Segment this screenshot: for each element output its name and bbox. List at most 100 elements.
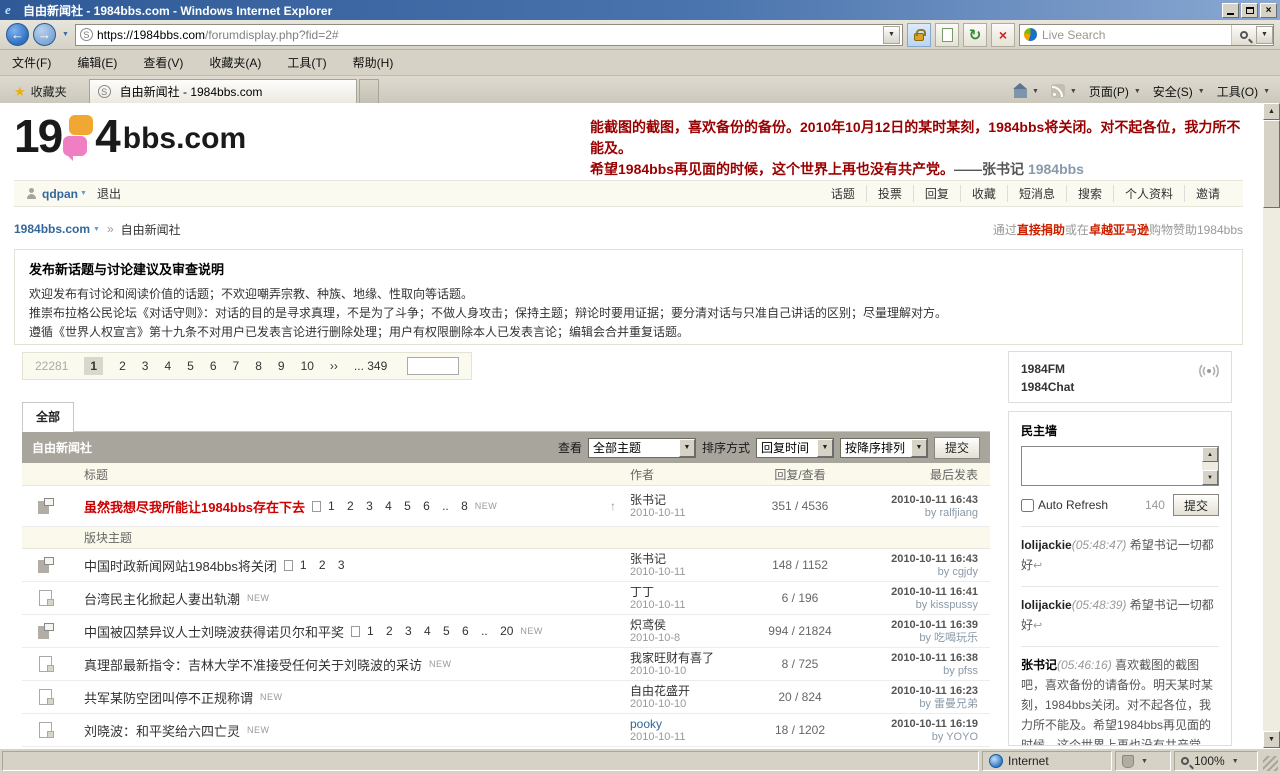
page-link[interactable]: 3 bbox=[142, 359, 149, 373]
search-box[interactable]: ▼ bbox=[1019, 24, 1274, 46]
site-logo[interactable]: 19 4 bbs.com bbox=[14, 113, 246, 159]
address-field[interactable]: S https://1984bbs.com/forumdisplay.php?f… bbox=[75, 24, 903, 46]
breadcrumb-site-link[interactable]: 1984bbs.com bbox=[14, 222, 90, 236]
chat-username-link[interactable]: lolijackie bbox=[1021, 598, 1072, 612]
search-input[interactable] bbox=[1042, 28, 1231, 42]
chat-username-link[interactable]: 张书记 bbox=[1021, 658, 1057, 672]
nav-profile[interactable]: 个人资料 bbox=[1113, 185, 1184, 202]
author-link[interactable]: pooky bbox=[630, 717, 750, 731]
lastpost-author-link[interactable]: by YOYO bbox=[850, 731, 978, 744]
page-link[interactable]: 5 bbox=[187, 359, 194, 373]
fm-link[interactable]: 1984FM bbox=[1021, 360, 1219, 378]
protected-mode-panel[interactable]: ▼ bbox=[1115, 751, 1171, 771]
nav-favorites[interactable]: 收藏 bbox=[960, 185, 1007, 202]
nav-polls[interactable]: 投票 bbox=[866, 185, 913, 202]
maximize-button[interactable] bbox=[1241, 3, 1258, 18]
filter-submit-button[interactable]: 提交 bbox=[934, 437, 980, 459]
lastpost-author-link[interactable]: by ralfjiang bbox=[850, 507, 978, 520]
page-link[interactable]: 9 bbox=[278, 359, 285, 373]
close-button[interactable]: × bbox=[1260, 3, 1277, 18]
topic-page-links[interactable]: 1 2 3 4 5 6 .. 20 bbox=[367, 624, 513, 638]
zoom-panel[interactable]: 100% ▼ bbox=[1174, 751, 1258, 771]
security-lock-button[interactable] bbox=[907, 23, 931, 47]
menu-edit[interactable]: 编辑(E) bbox=[77, 54, 117, 71]
chat-username-link[interactable]: lolijackie bbox=[1021, 538, 1072, 552]
scroll-up-icon[interactable]: ▲ bbox=[1202, 447, 1218, 462]
nav-invite[interactable]: 邀请 bbox=[1184, 185, 1231, 202]
topic-title-link[interactable]: 台湾民主化掀起人妻出轨潮 bbox=[84, 589, 240, 608]
nav-search[interactable]: 搜索 bbox=[1066, 185, 1113, 202]
lastpost-author-link[interactable]: by 吃喝玩乐 bbox=[850, 632, 978, 645]
scrollbar-thumb[interactable] bbox=[1263, 120, 1280, 208]
menu-view[interactable]: 查看(V) bbox=[143, 54, 183, 71]
home-dropdown-icon[interactable]: ▼ bbox=[1032, 88, 1039, 95]
home-button[interactable]: ▼ bbox=[1014, 85, 1041, 98]
sort-order-select[interactable]: 按降序排列▼ bbox=[840, 438, 928, 458]
favorites-button[interactable]: ★ 收藏夹 bbox=[6, 80, 75, 103]
tab-all[interactable]: 全部 bbox=[22, 402, 74, 432]
wall-submit-button[interactable]: 提交 bbox=[1173, 494, 1219, 516]
page-menu-button[interactable]: 页面(P)▼ bbox=[1089, 83, 1143, 100]
vertical-scrollbar[interactable]: ▲ ▼ bbox=[1263, 103, 1280, 748]
lastpost-author-link[interactable]: by kisspussy bbox=[850, 599, 978, 612]
wall-textarea[interactable] bbox=[1022, 447, 1202, 485]
username-dropdown-icon[interactable]: ▼ bbox=[80, 190, 87, 197]
author-link[interactable]: 张书记 bbox=[630, 552, 750, 566]
page-link[interactable]: 2 bbox=[119, 359, 126, 373]
nav-messages[interactable]: 短消息 bbox=[1007, 185, 1066, 202]
page-link[interactable]: 6 bbox=[210, 359, 217, 373]
breadcrumb-dropdown-icon[interactable]: ▼ bbox=[93, 226, 100, 233]
scroll-down-icon[interactable]: ▼ bbox=[1202, 470, 1218, 485]
new-tab-button[interactable] bbox=[359, 79, 379, 103]
menu-favorites[interactable]: 收藏夹(A) bbox=[209, 54, 261, 71]
topic-title-link[interactable]: 中国时政新闻网站1984bbs将关闭 bbox=[84, 556, 277, 575]
username-link[interactable]: qdpan bbox=[42, 187, 78, 201]
donate-direct-link[interactable]: 直接捐助 bbox=[1017, 223, 1065, 237]
sort-field-select[interactable]: 回复时间▼ bbox=[756, 438, 834, 458]
search-options-dropdown[interactable]: ▼ bbox=[1256, 26, 1273, 44]
menu-help[interactable]: 帮助(H) bbox=[353, 54, 394, 71]
page-link[interactable]: 4 bbox=[164, 359, 171, 373]
page-link[interactable]: 7 bbox=[233, 359, 240, 373]
zoom-dropdown-icon[interactable]: ▼ bbox=[1232, 758, 1239, 765]
topic-title-link[interactable]: 刘晓波：和平奖给六四亡灵 bbox=[84, 721, 240, 740]
page-link[interactable]: 8 bbox=[255, 359, 262, 373]
tab-active[interactable]: S 自由新闻社 - 1984bbs.com bbox=[89, 79, 357, 103]
refresh-button[interactable]: ↻ bbox=[963, 23, 987, 47]
author-link[interactable]: 自由花盛开 bbox=[630, 684, 750, 698]
nav-topics[interactable]: 话题 bbox=[820, 185, 866, 202]
reply-icon[interactable]: ↩ bbox=[1033, 620, 1042, 632]
search-button[interactable] bbox=[1231, 25, 1256, 45]
menu-tools[interactable]: 工具(T) bbox=[287, 54, 326, 71]
scrollbar-up-icon[interactable]: ▲ bbox=[1263, 103, 1280, 120]
page-link[interactable]: 10 bbox=[301, 359, 314, 373]
stop-button[interactable]: × bbox=[991, 23, 1015, 47]
nav-replies[interactable]: 回复 bbox=[913, 185, 960, 202]
back-button[interactable]: ← bbox=[6, 23, 29, 46]
lastpost-author-link[interactable]: by cgjdy bbox=[850, 566, 978, 579]
donate-amazon-link[interactable]: 卓越亚马逊 bbox=[1089, 223, 1149, 237]
compatibility-view-button[interactable] bbox=[935, 23, 959, 47]
feeds-dropdown-icon[interactable]: ▼ bbox=[1070, 88, 1077, 95]
resize-grip[interactable] bbox=[1263, 756, 1278, 771]
lastpost-author-link[interactable]: by 雷曼兄弟 bbox=[850, 698, 978, 711]
topic-title-link[interactable]: 共军某防空团叫停不正规称谓 bbox=[84, 688, 253, 707]
reply-icon[interactable]: ↩ bbox=[1033, 560, 1042, 572]
chat-link[interactable]: 1984Chat bbox=[1021, 378, 1219, 396]
sort-field-dropdown-icon[interactable]: ▼ bbox=[817, 439, 833, 457]
topic-page-links[interactable]: 1 2 3 bbox=[300, 558, 345, 572]
view-filter-select[interactable]: 全部主题▼ bbox=[588, 438, 696, 458]
topic-title-link[interactable]: 真理部最新指令：吉林大学不准接受任何关于刘晓波的采访 bbox=[84, 655, 422, 674]
safety-menu-button[interactable]: 安全(S)▼ bbox=[1153, 83, 1207, 100]
page-jump-input[interactable] bbox=[407, 357, 459, 375]
author-link[interactable]: 我家旺财有喜了 bbox=[630, 651, 750, 665]
history-dropdown-icon[interactable]: ▼ bbox=[62, 31, 69, 38]
protected-mode-dropdown-icon[interactable]: ▼ bbox=[1141, 758, 1148, 765]
topic-title-link[interactable]: 中国被囚禁异议人士刘晓波获得诺贝尔和平奖 bbox=[84, 622, 344, 641]
lastpost-author-link[interactable]: by pfss bbox=[850, 665, 978, 678]
feeds-button[interactable]: ▼ bbox=[1051, 84, 1079, 98]
address-dropdown-button[interactable]: ▼ bbox=[883, 26, 900, 44]
logout-link[interactable]: 退出 bbox=[97, 185, 121, 202]
tools-menu-button[interactable]: 工具(O)▼ bbox=[1217, 83, 1272, 100]
sort-order-dropdown-icon[interactable]: ▼ bbox=[911, 439, 927, 457]
